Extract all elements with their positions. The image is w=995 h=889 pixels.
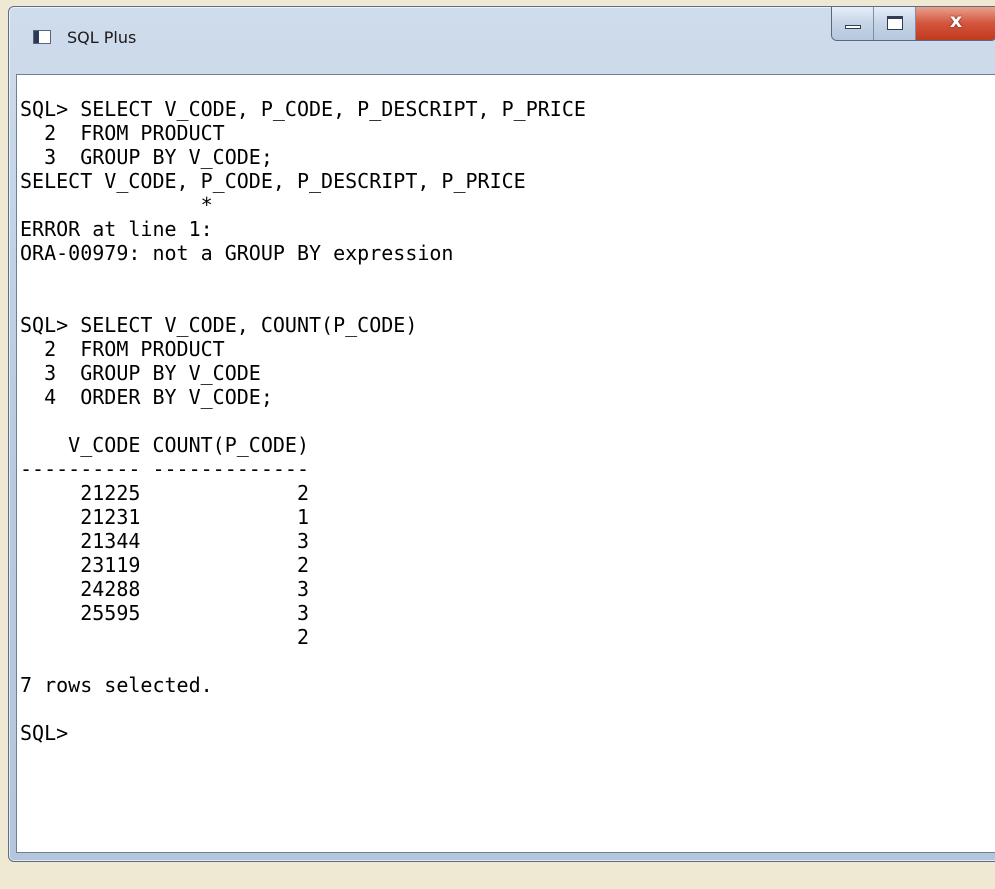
console-line: 21225 2 [20, 481, 309, 505]
console-line: SQL> SELECT V_CODE, COUNT(P_CODE) [20, 313, 418, 337]
maximize-icon [887, 16, 903, 30]
console-line: 21344 3 [20, 529, 309, 553]
console-line: SQL> SELECT V_CODE, P_CODE, P_DESCRIPT, … [20, 97, 586, 121]
close-button[interactable]: x [916, 7, 995, 40]
console-line: ORA-00979: not a GROUP BY expression [20, 241, 454, 265]
console-line: SELECT V_CODE, P_CODE, P_DESCRIPT, P_PRI… [20, 169, 526, 193]
console-line: 2 FROM PRODUCT [20, 337, 225, 361]
console-line: 24288 3 [20, 577, 309, 601]
console-line: 4 ORDER BY V_CODE; [20, 385, 273, 409]
console-line: 25595 3 [20, 601, 309, 625]
console-line: SQL> [20, 721, 69, 745]
console-line: 21231 1 [20, 505, 309, 529]
console-line: ---------- ------------- [20, 457, 309, 481]
console-line: 2 [20, 625, 309, 649]
console-line: * [20, 193, 213, 217]
title-bar[interactable]: SQL Plus x [9, 7, 995, 75]
sqlplus-app-icon[interactable] [33, 30, 51, 44]
minimize-button[interactable] [832, 7, 874, 40]
minimize-icon [845, 25, 861, 29]
close-icon: x [949, 10, 963, 32]
window-title: SQL Plus [67, 28, 137, 47]
console-line: 23119 2 [20, 553, 309, 577]
console-line: 7 rows selected. [20, 673, 213, 697]
maximize-button[interactable] [874, 7, 916, 40]
console-line: 2 FROM PRODUCT [20, 121, 225, 145]
console-line: ERROR at line 1: [20, 217, 213, 241]
console-text: SQL> SELECT V_CODE, P_CODE, P_DESCRIPT, … [20, 97, 586, 745]
console-output-area[interactable]: SQL> SELECT V_CODE, P_CODE, P_DESCRIPT, … [16, 74, 995, 853]
sqlplus-window: SQL Plus x SQL> SELECT V_CODE, P_CODE, P… [8, 6, 995, 862]
console-line: 3 GROUP BY V_CODE [20, 361, 261, 385]
caption-buttons: x [831, 7, 995, 41]
console-line: 3 GROUP BY V_CODE; [20, 145, 273, 169]
console-line: V_CODE COUNT(P_CODE) [20, 433, 309, 457]
